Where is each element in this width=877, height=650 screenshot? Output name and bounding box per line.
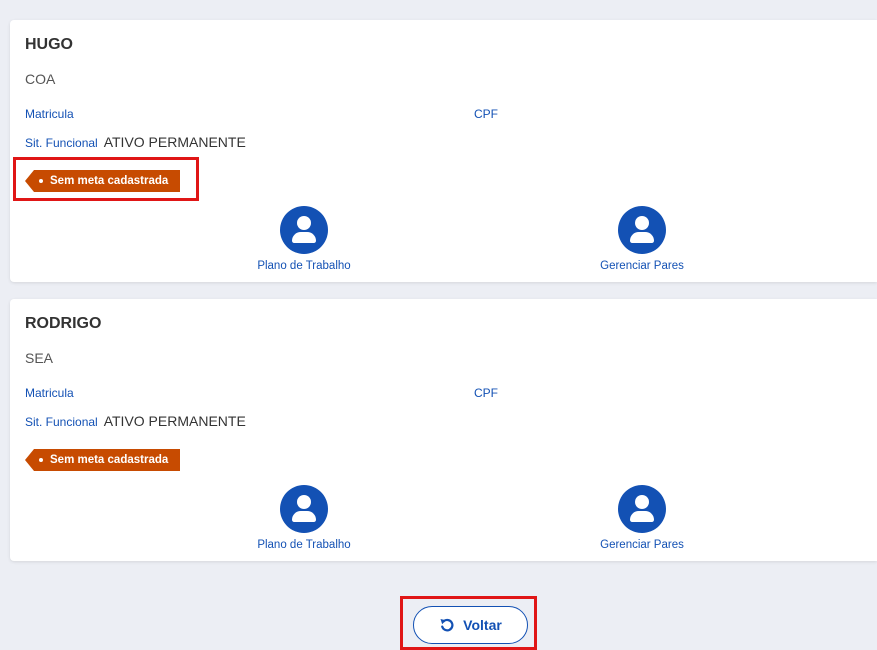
plano-de-trabalho-label[interactable]: Plano de Trabalho: [229, 260, 379, 272]
gerenciar-pares-button[interactable]: Gerenciar Pares: [567, 206, 717, 272]
sit-funcional-label: Sit. Funcional: [25, 136, 98, 150]
person-unit: SEA: [25, 350, 54, 366]
gerenciar-pares-label[interactable]: Gerenciar Pares: [567, 539, 717, 551]
gerenciar-pares-label[interactable]: Gerenciar Pares: [567, 260, 717, 272]
person-card: RODRIGO SEA Matricula CPF Sit. Funcional…: [10, 299, 877, 561]
user-icon[interactable]: [280, 485, 328, 533]
status-tag: Sem meta cadastrada: [25, 449, 181, 471]
plano-de-trabalho-button[interactable]: Plano de Trabalho: [229, 485, 379, 551]
highlight-box: [400, 596, 537, 650]
sit-funcional-value: ATIVO PERMANENTE: [103, 413, 246, 429]
sit-funcional-row: Sit. Funcional ATIVO PERMANENTE: [25, 413, 246, 429]
matricula-label: Matricula: [25, 386, 74, 400]
gerenciar-pares-button[interactable]: Gerenciar Pares: [567, 485, 717, 551]
status-tag-label: Sem meta cadastrada: [50, 454, 169, 466]
user-icon[interactable]: [618, 206, 666, 254]
plano-de-trabalho-label[interactable]: Plano de Trabalho: [229, 539, 379, 551]
sit-funcional-label: Sit. Funcional: [25, 415, 98, 429]
user-icon[interactable]: [280, 206, 328, 254]
plano-de-trabalho-button[interactable]: Plano de Trabalho: [229, 206, 379, 272]
person-unit: COA: [25, 71, 56, 87]
sit-funcional-row: Sit. Funcional ATIVO PERMANENTE: [25, 134, 246, 150]
matricula-label: Matricula: [25, 107, 74, 121]
highlight-box: [13, 157, 199, 201]
person-name: RODRIGO: [25, 315, 102, 332]
person-card: HUGO COA Matricula CPF Sit. Funcional ATI…: [10, 20, 877, 282]
cpf-label: CPF: [474, 107, 498, 121]
person-name: HUGO: [25, 36, 73, 53]
user-icon[interactable]: [618, 485, 666, 533]
sit-funcional-value: ATIVO PERMANENTE: [103, 134, 246, 150]
bullet-icon: [39, 458, 43, 462]
cpf-label: CPF: [474, 386, 498, 400]
